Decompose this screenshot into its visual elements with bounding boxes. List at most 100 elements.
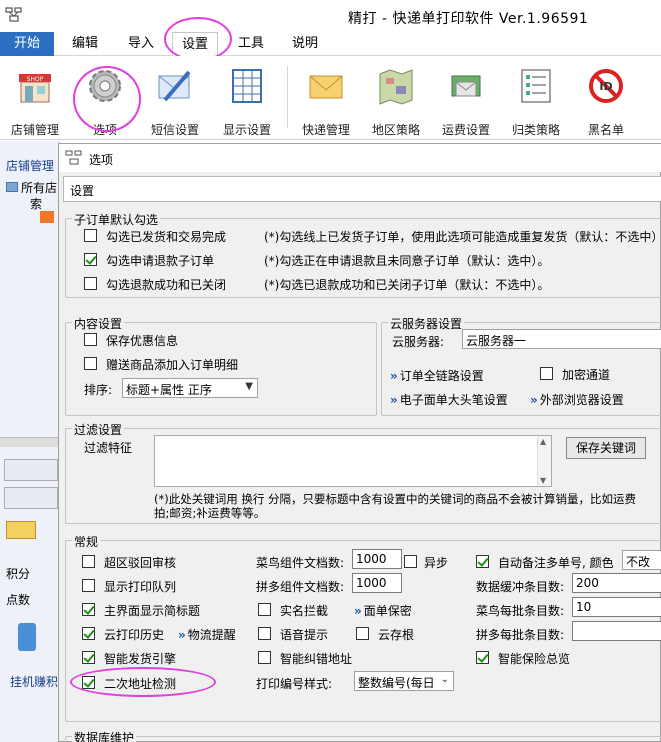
cainiao-doc-input[interactable]: 1000 <box>352 549 402 569</box>
checkbox-gift-to-detail[interactable] <box>84 357 97 370</box>
auto-remark-color-value: 不改 <box>626 555 651 569</box>
display-settings-icon <box>232 69 262 103</box>
pdd-doc-input[interactable]: 1000 <box>352 573 402 593</box>
scroll-up-icon[interactable]: ▲ <box>540 437 546 446</box>
checkbox-cloud-print-history[interactable] <box>82 627 95 640</box>
buffer-input[interactable]: 200 <box>572 573 661 593</box>
eface-pen-link[interactable]: » 电子面单大头笔设置 <box>390 391 508 408</box>
content-settings-group: 内容设置 保存优惠信息 赠送商品添加入订单明细 排序: 标题+属性 正序 ▼ <box>65 315 377 416</box>
blacklist-button[interactable]: ID 黑名单 <box>571 62 641 137</box>
cloud-server-title: 云服务器设置 <box>388 315 465 332</box>
double-chevron-icon: » <box>354 604 362 618</box>
chevron-down-icon: ⌄ <box>438 674 449 685</box>
print-no-style-value: 整数编号(每日 <box>358 676 435 690</box>
sort-select[interactable]: 标题+属性 正序 ▼ <box>122 378 258 398</box>
window-title: 精打 - 快递单打印软件 Ver.1.96591 <box>348 11 589 27</box>
tab-tools[interactable]: 工具 <box>228 32 274 56</box>
cainiao-batch-label: 菜鸟每批条目数: <box>476 604 565 618</box>
print-no-style-select[interactable]: 整数编号(每日 ⌄ <box>354 671 454 691</box>
options-button[interactable]: 选项 <box>70 62 140 137</box>
checkbox-smart-insure[interactable] <box>476 651 489 664</box>
checkbox-short-title[interactable] <box>82 603 95 616</box>
freight-settings-button[interactable]: 运费设置 <box>431 62 501 137</box>
shop-icon: SHOP <box>19 74 51 103</box>
tab-import[interactable]: 导入 <box>118 32 164 56</box>
display-settings-button[interactable]: 显示设置 <box>212 62 282 137</box>
cloud-server-group: 云服务器设置 云服务器: 云服务器一 » 订单全链路设置 加密通道 » 电子面单大头… <box>381 315 661 416</box>
sort-label: 排序: <box>84 383 113 397</box>
label-encrypt-channel: 加密通道 <box>562 368 611 382</box>
save-keywords-button[interactable]: 保存关键词 <box>566 437 646 459</box>
region-strategy-button[interactable]: 地区策略 <box>361 62 431 137</box>
shop-manage-button[interactable]: SHOP 店铺管理 <box>0 62 70 137</box>
tab-start[interactable]: 开始 <box>0 32 54 56</box>
label-shipped-completed: 勾选已发货和交易完成 <box>106 230 227 244</box>
textarea-scrollbar[interactable]: ▲ ▼ <box>537 436 551 486</box>
sms-settings-button[interactable]: 短信设置 <box>140 62 210 137</box>
checkbox-save-discount[interactable] <box>84 333 97 346</box>
shop-manage-label: 店铺管理 <box>10 123 59 137</box>
auto-remark-color-select[interactable]: 不改 <box>622 550 661 570</box>
label-smart-ship-engine: 智能发货引擎 <box>104 652 177 666</box>
checkbox-show-print-queue[interactable] <box>82 579 95 592</box>
label-smart-address-correct: 智能纠错地址 <box>280 652 353 666</box>
checkbox-refund-applying[interactable] <box>84 253 97 266</box>
earn-points-link[interactable]: 挂机赚积 <box>10 673 58 690</box>
tab-general-settings[interactable]: 设置 <box>70 182 94 199</box>
tree-root-item[interactable]: 所有店 <box>6 179 57 196</box>
face-sheet-secret-link[interactable]: » 面单保密 <box>354 602 412 619</box>
category-strategy-button[interactable]: 归类策略 <box>501 62 571 137</box>
pdd-batch-input[interactable] <box>572 621 661 641</box>
double-chevron-icon: » <box>390 393 398 407</box>
checkbox-second-address-check[interactable] <box>82 676 95 689</box>
checkbox-encrypt-channel[interactable] <box>540 367 553 380</box>
checkbox-real-name-intercept[interactable] <box>258 603 271 616</box>
cainiao-batch-input[interactable]: 10 <box>572 597 661 617</box>
logistics-remind-link[interactable]: » 物流提醒 <box>178 626 236 643</box>
freight-settings-label: 运费设置 <box>441 123 490 137</box>
pdd-doc-label: 拼多组件文档数: <box>256 580 345 594</box>
points-label: 积分 <box>6 567 31 581</box>
ribbon-toolbar: SHOP 店铺管理 选项 短信设置 显示设置 快递管理 地区策略 运费设置 归类… <box>0 56 661 140</box>
checkbox-smart-address-correct[interactable] <box>258 651 271 664</box>
eface-pen-label: 电子面单大头笔设置 <box>399 393 508 407</box>
checkbox-refund-closed[interactable] <box>84 277 97 290</box>
left-panel-button-1[interactable] <box>4 459 58 481</box>
options-dialog: 选项 设置 子订单默认勾选 勾选已发货和交易完成 (*)勾选线上已发货子订单，使… <box>58 143 661 742</box>
map-icon <box>379 69 413 105</box>
tab-edit[interactable]: 编辑 <box>62 32 108 56</box>
folder-icon <box>6 182 18 192</box>
tree-child-item[interactable]: 索 <box>30 195 42 212</box>
checkbox-auto-remark[interactable] <box>476 555 489 568</box>
checkbox-cloud-save[interactable] <box>356 627 369 640</box>
filter-settings-title: 过滤设置 <box>72 421 125 438</box>
left-panel-scrollbar[interactable] <box>0 437 60 447</box>
label-save-discount: 保存优惠信息 <box>106 334 179 348</box>
region-strategy-label: 地区策略 <box>371 123 420 137</box>
external-browser-link[interactable]: » 外部浏览器设置 <box>530 391 624 408</box>
checkbox-shipped-completed[interactable] <box>84 229 97 242</box>
sms-settings-icon <box>158 70 191 102</box>
tab-help[interactable]: 说明 <box>282 32 328 56</box>
scroll-down-icon[interactable]: ▼ <box>540 476 546 485</box>
tab-settings[interactable]: 设置 <box>172 32 218 56</box>
checkbox-over-region-reject[interactable] <box>82 555 95 568</box>
order-trace-label: 订单全链路设置 <box>399 369 484 383</box>
filter-keywords-textarea[interactable]: ▲ ▼ <box>154 435 552 487</box>
buffer-label: 数据缓冲条目数: <box>476 580 565 594</box>
gear-icon <box>89 70 121 102</box>
express-manage-button[interactable]: 快递管理 <box>291 62 361 137</box>
label-refund-closed: 勾选退款成功和已关闭 <box>106 278 227 292</box>
label-cloud-save: 云存根 <box>378 628 415 642</box>
label-short-title: 主界面显示简标题 <box>104 604 201 618</box>
checkbox-voice-tip[interactable] <box>258 627 271 640</box>
left-panel-button-2[interactable] <box>4 487 58 509</box>
order-trace-link[interactable]: » 订单全链路设置 <box>390 367 484 384</box>
note-refund-closed: (*)勾选已退款成功和已关闭子订单（默认：不选中）。 <box>264 278 550 292</box>
toolbar-separator <box>287 66 288 128</box>
checkbox-smart-ship-engine[interactable] <box>82 651 95 664</box>
cloud-server-select[interactable]: 云服务器一 <box>462 329 661 349</box>
chevron-down-icon: ▼ <box>245 381 253 392</box>
checkbox-async[interactable] <box>404 555 417 568</box>
sub-order-group-title: 子订单默认勾选 <box>72 211 161 228</box>
